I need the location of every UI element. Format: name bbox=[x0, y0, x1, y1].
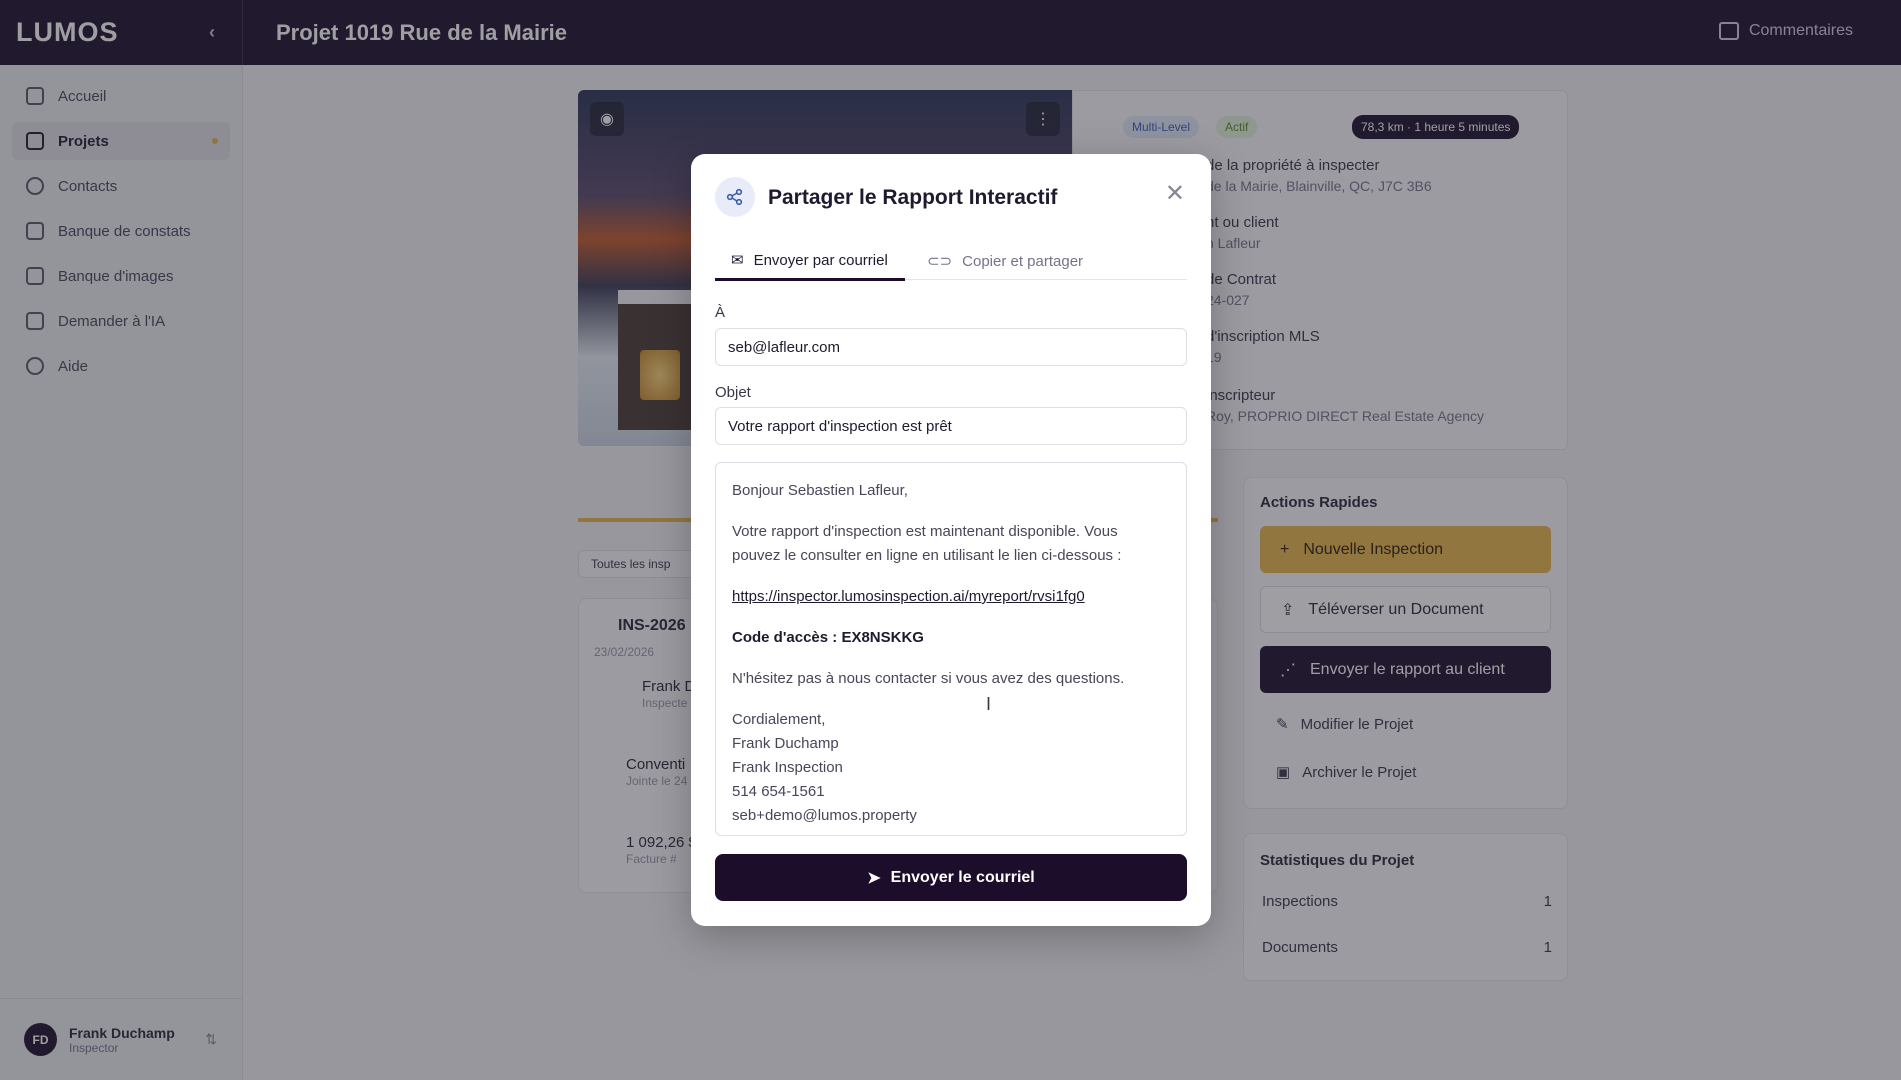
report-link[interactable]: https://inspector.lumosinspection.ai/myr… bbox=[732, 585, 1170, 609]
close-icon[interactable]: ✕ bbox=[1165, 182, 1185, 206]
signature-email: seb+demo@lumos.property bbox=[732, 807, 917, 824]
body-questions: N'hésitez pas à nous contacter si vous a… bbox=[732, 670, 1125, 687]
signature-phone: 514 654-1561 bbox=[732, 783, 825, 800]
share-icon bbox=[715, 177, 755, 217]
tab-email-label: Envoyer par courriel bbox=[753, 251, 888, 269]
text-cursor-icon: I bbox=[986, 694, 992, 714]
to-field[interactable]: seb@lafleur.com bbox=[715, 328, 1187, 366]
tab-email[interactable]: ✉ Envoyer par courriel bbox=[715, 242, 905, 281]
to-label: À bbox=[715, 304, 726, 321]
signature-name: Frank Duchamp bbox=[732, 735, 839, 752]
send-email-label: Envoyer le courriel bbox=[890, 868, 1035, 886]
access-code: Code d'accès : EX8NSKKG bbox=[732, 629, 924, 646]
message-body-field[interactable]: Bonjour Sebastien Lafleur, Votre rapport… bbox=[715, 462, 1187, 836]
send-email-button[interactable]: ➤ Envoyer le courriel bbox=[715, 854, 1187, 901]
tab-copy[interactable]: ⊂⊃ Copier et partager bbox=[911, 242, 1099, 280]
link-icon: ⊂⊃ bbox=[927, 253, 953, 270]
body-greeting: Bonjour Sebastien Lafleur, bbox=[732, 482, 908, 499]
body-closing: Cordialement, bbox=[732, 711, 826, 728]
body-intro: Votre rapport d'inspection est maintenan… bbox=[732, 523, 1122, 564]
subject-field[interactable]: Votre rapport d'inspection est prêt bbox=[715, 407, 1187, 445]
signature-company: Frank Inspection bbox=[732, 759, 843, 776]
subject-label: Objet bbox=[715, 384, 751, 401]
mail-icon: ✉ bbox=[731, 252, 744, 269]
modal-title: Partager le Rapport Interactif bbox=[768, 186, 1058, 209]
share-tabs: ✉ Envoyer par courriel ⊂⊃ Copier et part… bbox=[715, 242, 1187, 281]
share-report-modal: Partager le Rapport Interactif ✕ ✉ Envoy… bbox=[691, 154, 1211, 926]
send-icon: ➤ bbox=[867, 869, 881, 887]
tab-copy-label: Copier et partager bbox=[962, 252, 1084, 270]
